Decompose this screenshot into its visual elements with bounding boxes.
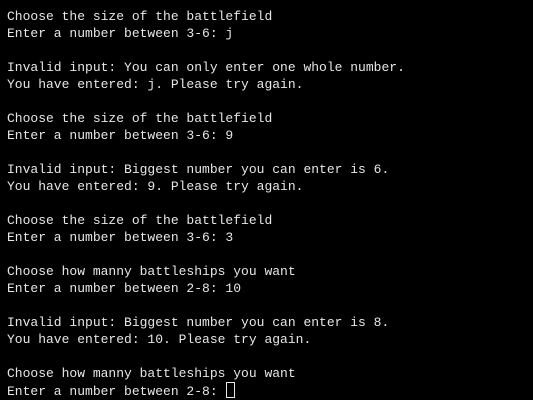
text-cursor[interactable] [226, 382, 236, 398]
output-line-2: Choose the size of the battlefield [7, 111, 273, 126]
error-line-2: Invalid input: Biggest number you can en… [7, 162, 390, 177]
output-line-4: Choose how manny battleships you want [7, 264, 296, 279]
error-detail-line-1: You have entered: j. Please try again. [7, 77, 304, 92]
terminal-window[interactable]: Choose the size of the battlefield Enter… [0, 0, 533, 400]
output-line-3: Choose the size of the battlefield [7, 213, 273, 228]
prompt-text: Enter a number between 2-8: [7, 384, 226, 399]
input-line-3: Enter a number between 3-6: 3 [7, 230, 234, 245]
error-line-3: Invalid input: Biggest number you can en… [7, 315, 390, 330]
input-line-1: Enter a number between 3-6: j [7, 26, 234, 41]
prompt-line[interactable]: Enter a number between 2-8: [7, 382, 533, 399]
error-line-1: Invalid input: You can only enter one wh… [7, 60, 405, 75]
error-detail-line-3: You have entered: 10. Please try again. [7, 332, 312, 347]
output-line-1: Choose the size of the battlefield [7, 9, 273, 24]
error-detail-line-2: You have entered: 9. Please try again. [7, 179, 304, 194]
output-line-5: Choose how manny battleships you want [7, 366, 296, 381]
input-line-2: Enter a number between 3-6: 9 [7, 128, 234, 143]
input-line-4: Enter a number between 2-8: 10 [7, 281, 242, 296]
